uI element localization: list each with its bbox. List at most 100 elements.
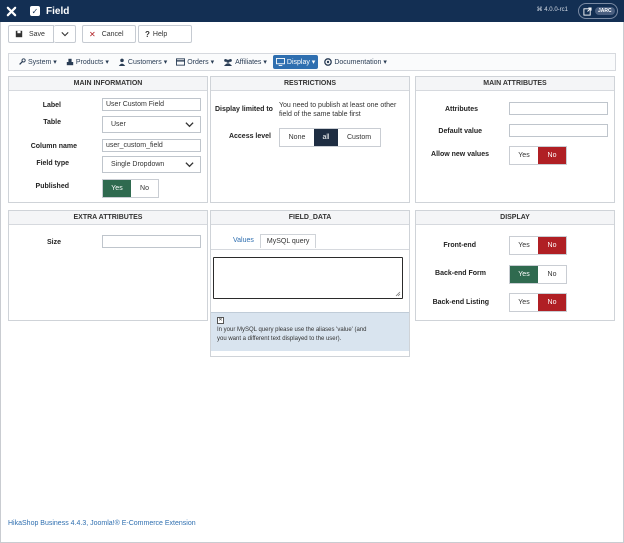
tab-mysql-query[interactable]: MySQL query [259,234,317,248]
main-attributes-heading: MAIN ATTRIBUTES [416,77,614,91]
credit-card-icon [176,58,186,66]
display-limited-label: Display limited to [215,106,273,113]
column-name-input[interactable]: user_custom_field [102,139,201,152]
main-information-panel: MAIN INFORMATION Label User Custom Field… [8,76,208,203]
size-label: Size [46,239,61,246]
published-label: Published [35,183,69,190]
menu-affiliates[interactable]: Affiliates ▾ [220,55,270,69]
published-no-option[interactable]: No [131,180,158,197]
back-end-listing-label: Back-end Listing [432,299,489,306]
user-menu-button[interactable]: JARC [578,3,618,19]
save-dropdown-button[interactable] [54,25,76,43]
front-end-toggle: Yes No [509,236,567,255]
help-button[interactable]: ? Help [138,25,192,43]
chevron-down-icon [185,122,194,128]
cancel-button[interactable]: ✕ Cancel [82,25,136,43]
save-icon [15,30,23,38]
help-label: Help [152,30,168,38]
allow-new-values-toggle: Yes No [509,146,567,165]
save-button[interactable]: Save [8,25,54,43]
extra-attributes-panel: EXTRA ATTRIBUTES Size [8,210,208,321]
field-data-panel: FIELD_DATA Values MySQL query ✕ In your … [210,210,410,357]
checkbox-icon: ✓ [30,6,40,16]
allow-no-option[interactable]: No [538,147,566,164]
back-end-form-toggle: Yes No [509,265,567,284]
attributes-label: Attributes [444,106,478,113]
menu-system[interactable]: System ▾ [15,55,60,69]
monitor-icon [275,58,285,66]
chevron-down-icon [60,32,69,37]
menu-bar: System ▾ Products ▾ Customers ▾ Orders ▾… [8,53,616,71]
default-value-label: Default value [438,128,482,135]
allow-yes-option[interactable]: Yes [510,147,538,164]
cancel-label: Cancel [101,30,124,38]
info-line-2: you want a different text displayed to t… [217,336,342,342]
access-custom-option[interactable]: Custom [338,129,380,146]
close-icon: ✕ [89,29,96,39]
table-label: Table [43,119,61,126]
column-name-label: Column name [30,143,77,150]
user-icon [118,58,126,66]
table-select[interactable]: User [102,116,201,133]
tab-values[interactable]: Values [227,234,260,248]
restrictions-heading: RESTRICTIONS [211,77,409,91]
label-input[interactable]: User Custom Field [102,98,201,111]
field-data-tabs: Values MySQL query [227,234,317,248]
field-type-select[interactable]: Single Dropdown [102,156,201,173]
user-badge: JARC [595,7,615,15]
close-icon[interactable]: ✕ [217,317,224,324]
back-end-form-yes-option[interactable]: Yes [510,266,538,283]
chevron-down-icon [185,162,194,168]
back-end-form-label: Back-end Form [435,270,486,277]
back-end-listing-no-option[interactable]: No [538,294,566,311]
menu-customers[interactable]: Customers ▾ [115,55,170,69]
access-none-option[interactable]: None [280,129,314,146]
default-value-input[interactable] [509,124,608,137]
display-limited-note: You need to publish at least one other f… [279,102,397,118]
label-label: Label [42,102,61,109]
save-label: Save [29,30,45,38]
field-type-label: Field type [36,160,69,167]
back-end-form-no-option[interactable]: No [538,266,566,283]
display-panel: DISPLAY Front-end Yes No Back-end Form Y… [415,210,615,321]
attributes-input[interactable] [509,102,608,115]
back-end-listing-toggle: Yes No [509,293,567,312]
published-toggle: Yes No [102,179,159,198]
menu-documentation[interactable]: Documentation ▾ [321,55,390,69]
allow-new-values-label: Allow new values [431,151,489,158]
back-end-listing-yes-option[interactable]: Yes [510,294,538,311]
restrictions-panel: RESTRICTIONS Display limited to You need… [210,76,410,203]
published-yes-option[interactable]: Yes [103,180,131,197]
users-icon [224,58,233,66]
field-data-heading: FIELD_DATA [211,211,409,225]
display-heading: DISPLAY [416,211,614,225]
menu-display[interactable]: Display ▾ [272,55,319,69]
mysql-query-textarea[interactable] [213,257,403,299]
menu-orders[interactable]: Orders ▾ [173,55,217,69]
page-title: Field [46,5,70,17]
info-line-1: In your MySQL query please use the alias… [217,327,367,333]
front-end-no-option[interactable]: No [538,237,566,254]
access-level-label: Access level [228,133,271,140]
wrench-icon [19,58,26,65]
tabs-divider [211,249,409,250]
question-icon: ? [145,29,150,39]
top-bar: ✓ Field ⌘ 4.0.0-rc1 JARC [0,0,624,22]
toolbar: Save ✕ Cancel ? Help [8,25,192,43]
resize-handle-icon[interactable] [395,291,401,297]
external-link-icon [583,6,592,16]
cubes-icon [66,58,74,66]
joomla-logo-icon[interactable] [0,0,22,22]
front-end-yes-option[interactable]: Yes [510,237,538,254]
main-attributes-panel: MAIN ATTRIBUTES Attributes Default value… [415,76,615,203]
version-label: ⌘ 4.0.0-rc1 [536,7,568,13]
mysql-info-box: ✕ In your MySQL query please use the ali… [211,312,409,351]
size-input[interactable] [102,235,201,248]
menu-products[interactable]: Products ▾ [63,55,112,69]
extra-attributes-heading: EXTRA ATTRIBUTES [9,211,207,225]
access-all-option[interactable]: all [314,129,338,146]
access-level-toggle: None all Custom [279,128,381,147]
main-information-heading: MAIN INFORMATION [9,77,207,91]
lifebuoy-icon [324,58,333,66]
footer-credit-link[interactable]: HikaShop Business 4.4.3, Joomla!® E-Comm… [8,520,196,527]
